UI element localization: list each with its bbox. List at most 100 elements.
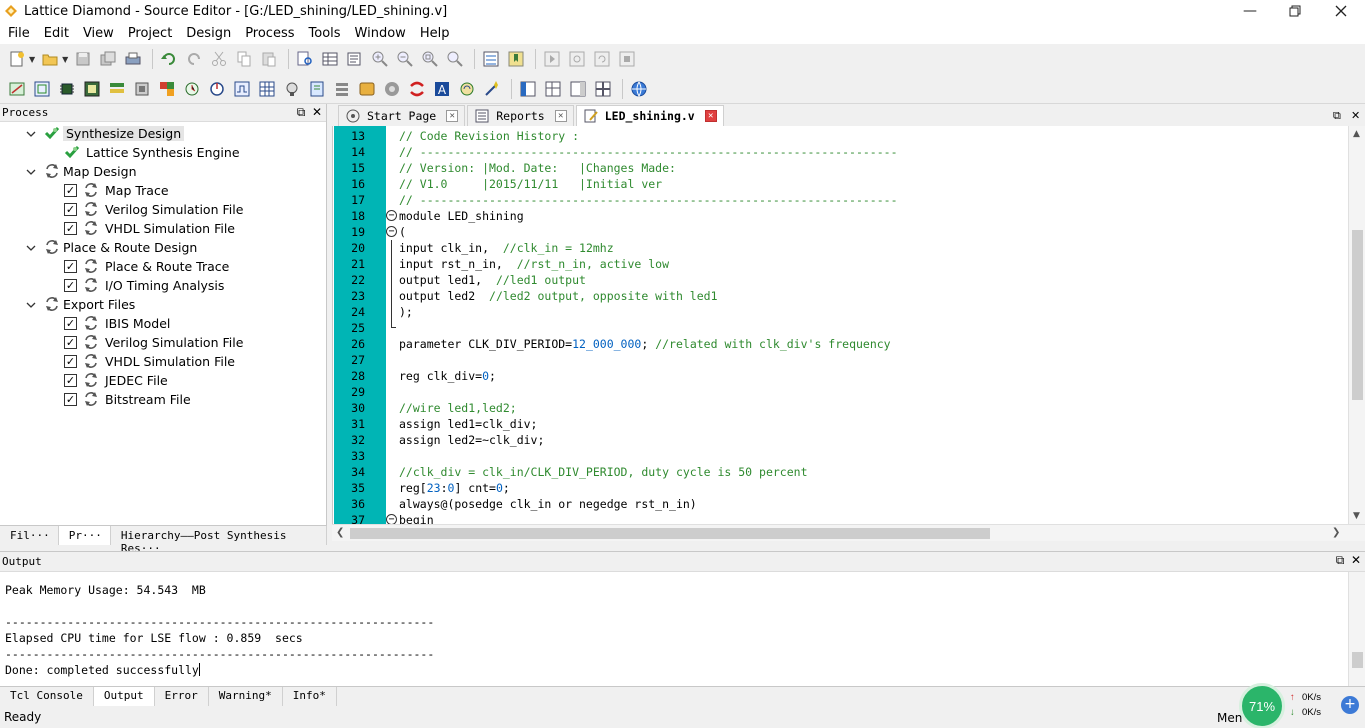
code-line[interactable]: 18 − module LED_shining (333, 208, 1348, 224)
code-line[interactable]: 27 (333, 352, 1348, 368)
output-panel-tab[interactable]: Tcl Console (0, 687, 94, 706)
chevron-down-icon[interactable] (26, 243, 36, 253)
scroll-up-icon[interactable]: ▲ (1353, 129, 1360, 139)
web-update-button[interactable] (628, 78, 650, 100)
editor-tab[interactable]: Start Page ✕ (338, 105, 466, 126)
layout-split-button[interactable] (542, 78, 564, 100)
zoom-area-button[interactable] (444, 48, 466, 70)
bookmark-button[interactable] (505, 48, 527, 70)
code-line[interactable]: 33 (333, 448, 1348, 464)
save-all-button[interactable] (97, 48, 119, 70)
stack-button[interactable] (331, 78, 353, 100)
paste-button[interactable] (258, 48, 280, 70)
fold-toggle-icon[interactable]: − (386, 514, 397, 524)
editor-vertical-scrollbar[interactable]: ▲ ▼ (1348, 126, 1365, 524)
code-line[interactable]: 16 // V1.0 |2015/11/11 |Initial ver (333, 176, 1348, 192)
floorplan-button[interactable] (106, 78, 128, 100)
menu-file[interactable]: File (2, 26, 36, 41)
float-output-button[interactable]: ⧉ (1333, 553, 1347, 567)
process-checkbox[interactable]: ✓ (64, 355, 77, 368)
chevron-down-icon[interactable] (26, 300, 36, 310)
editor-tab[interactable]: LED_shining.v ✕ (575, 105, 724, 126)
clarity-button[interactable] (356, 78, 378, 100)
process-tree-item[interactable]: ✓ VHDL Simulation File (0, 219, 326, 238)
code-line[interactable]: 30 //wire led1,led2; (333, 400, 1348, 416)
code-line[interactable]: 35 reg[23:0] cnt=0; (333, 480, 1348, 496)
process-checkbox[interactable]: ✓ (64, 279, 77, 292)
active-hdl-button[interactable]: A (431, 78, 453, 100)
rerun-button[interactable] (591, 48, 613, 70)
programmer-button[interactable] (281, 78, 303, 100)
code-line[interactable]: 20 input clk_in, //clk_in = 12mhz (333, 240, 1348, 256)
process-tree-item[interactable]: ✓ Verilog Simulation File (0, 200, 326, 219)
memory-usage-widget[interactable]: 71% (1239, 683, 1285, 728)
cut-button[interactable] (208, 48, 230, 70)
process-panel-tab[interactable]: Pr··· (58, 526, 111, 545)
menu-project[interactable]: Project (122, 26, 178, 41)
layout-right-button[interactable] (567, 78, 589, 100)
output-panel-tab[interactable]: Warning* (209, 687, 283, 706)
editor-tab[interactable]: Reports ✕ (467, 105, 574, 126)
minimize-button[interactable]: — (1227, 0, 1273, 22)
fold-toggle-icon[interactable]: − (386, 226, 397, 237)
process-tree-item[interactable]: Export Files (0, 295, 326, 314)
new-file-button[interactable] (6, 48, 28, 70)
print-button[interactable] (122, 48, 144, 70)
chevron-down-icon[interactable]: ▼ (29, 55, 35, 64)
code-line[interactable]: 14 // -----------------------------------… (333, 144, 1348, 160)
timing-button[interactable] (181, 78, 203, 100)
code-line[interactable]: 17 // -----------------------------------… (333, 192, 1348, 208)
simulation-button[interactable] (456, 78, 478, 100)
code-line[interactable]: 28 reg clk_div=0; (333, 368, 1348, 384)
process-checkbox[interactable]: ✓ (64, 222, 77, 235)
process-tree-item[interactable]: ✓ JEDEC File (0, 371, 326, 390)
fold-toggle-icon[interactable]: − (386, 210, 397, 221)
close-tab-icon[interactable]: ✕ (704, 110, 717, 122)
synplify-button[interactable] (406, 78, 428, 100)
process-panel-tab[interactable]: Hierarchy——Post Synthesis Res··· (111, 526, 327, 555)
code-line[interactable]: 22 output led1, //led1 output (333, 272, 1348, 288)
code-line[interactable]: 31 assign led1=clk_div; (333, 416, 1348, 432)
add-icon[interactable]: + (1341, 696, 1359, 714)
save-button[interactable] (72, 48, 94, 70)
power-button[interactable] (206, 78, 228, 100)
menu-view[interactable]: View (77, 26, 120, 41)
deployment-button[interactable] (306, 78, 328, 100)
package-view-button[interactable] (81, 78, 103, 100)
process-tree-item[interactable]: Synthesize Design (0, 124, 326, 143)
open-file-button[interactable] (39, 48, 61, 70)
editor-hscroll-thumb[interactable] (350, 528, 990, 539)
source-editor[interactable]: 13 // Code Revision History : 14 // -------… (332, 126, 1365, 524)
logic-analyzer-button[interactable] (231, 78, 253, 100)
process-tree-item[interactable]: Place & Route Design (0, 238, 326, 257)
checklist-button[interactable] (480, 48, 502, 70)
code-line[interactable]: 36 always@(posedge clk_in or negedge rst_… (333, 496, 1348, 512)
code-line[interactable]: 24); (333, 304, 1348, 320)
output-panel-tab[interactable]: Output (93, 687, 155, 706)
device-grid-button[interactable] (256, 78, 278, 100)
code-line[interactable]: 34 //clk_div = clk_in/CLK_DIV_PERIOD, dut… (333, 464, 1348, 480)
code-line[interactable]: 25 (333, 320, 1348, 336)
menu-window[interactable]: Window (349, 26, 412, 41)
chevron-down-icon[interactable] (26, 167, 36, 177)
chevron-down-icon[interactable]: ▼ (62, 55, 68, 64)
code-area[interactable]: 13 // Code Revision History : 14 // -------… (333, 126, 1348, 524)
layout-left-button[interactable] (517, 78, 539, 100)
output-panel-tab[interactable]: Info* (283, 687, 337, 706)
process-tree-item[interactable]: ✓ Map Trace (0, 181, 326, 200)
editor-horizontal-scrollbar[interactable]: ❮ ❯ (332, 524, 1365, 541)
layout-grid-button[interactable] (592, 78, 614, 100)
code-line[interactable]: 32 assign led2=~clk_div; (333, 432, 1348, 448)
process-checkbox[interactable]: ✓ (64, 374, 77, 387)
menu-help[interactable]: Help (414, 26, 456, 41)
run-button[interactable] (566, 48, 588, 70)
output-vscroll-thumb[interactable] (1352, 652, 1363, 668)
process-checkbox[interactable]: ✓ (64, 203, 77, 216)
process-tree-item[interactable]: ✓ VHDL Simulation File (0, 352, 326, 371)
ip-catalog-button[interactable] (156, 78, 178, 100)
zoom-fit-button[interactable] (419, 48, 441, 70)
report-view-button[interactable] (344, 48, 366, 70)
scroll-right-icon[interactable]: ❯ (1332, 527, 1340, 538)
table-view-button[interactable] (319, 48, 341, 70)
float-editor-button[interactable]: ⧉ (1333, 109, 1341, 123)
